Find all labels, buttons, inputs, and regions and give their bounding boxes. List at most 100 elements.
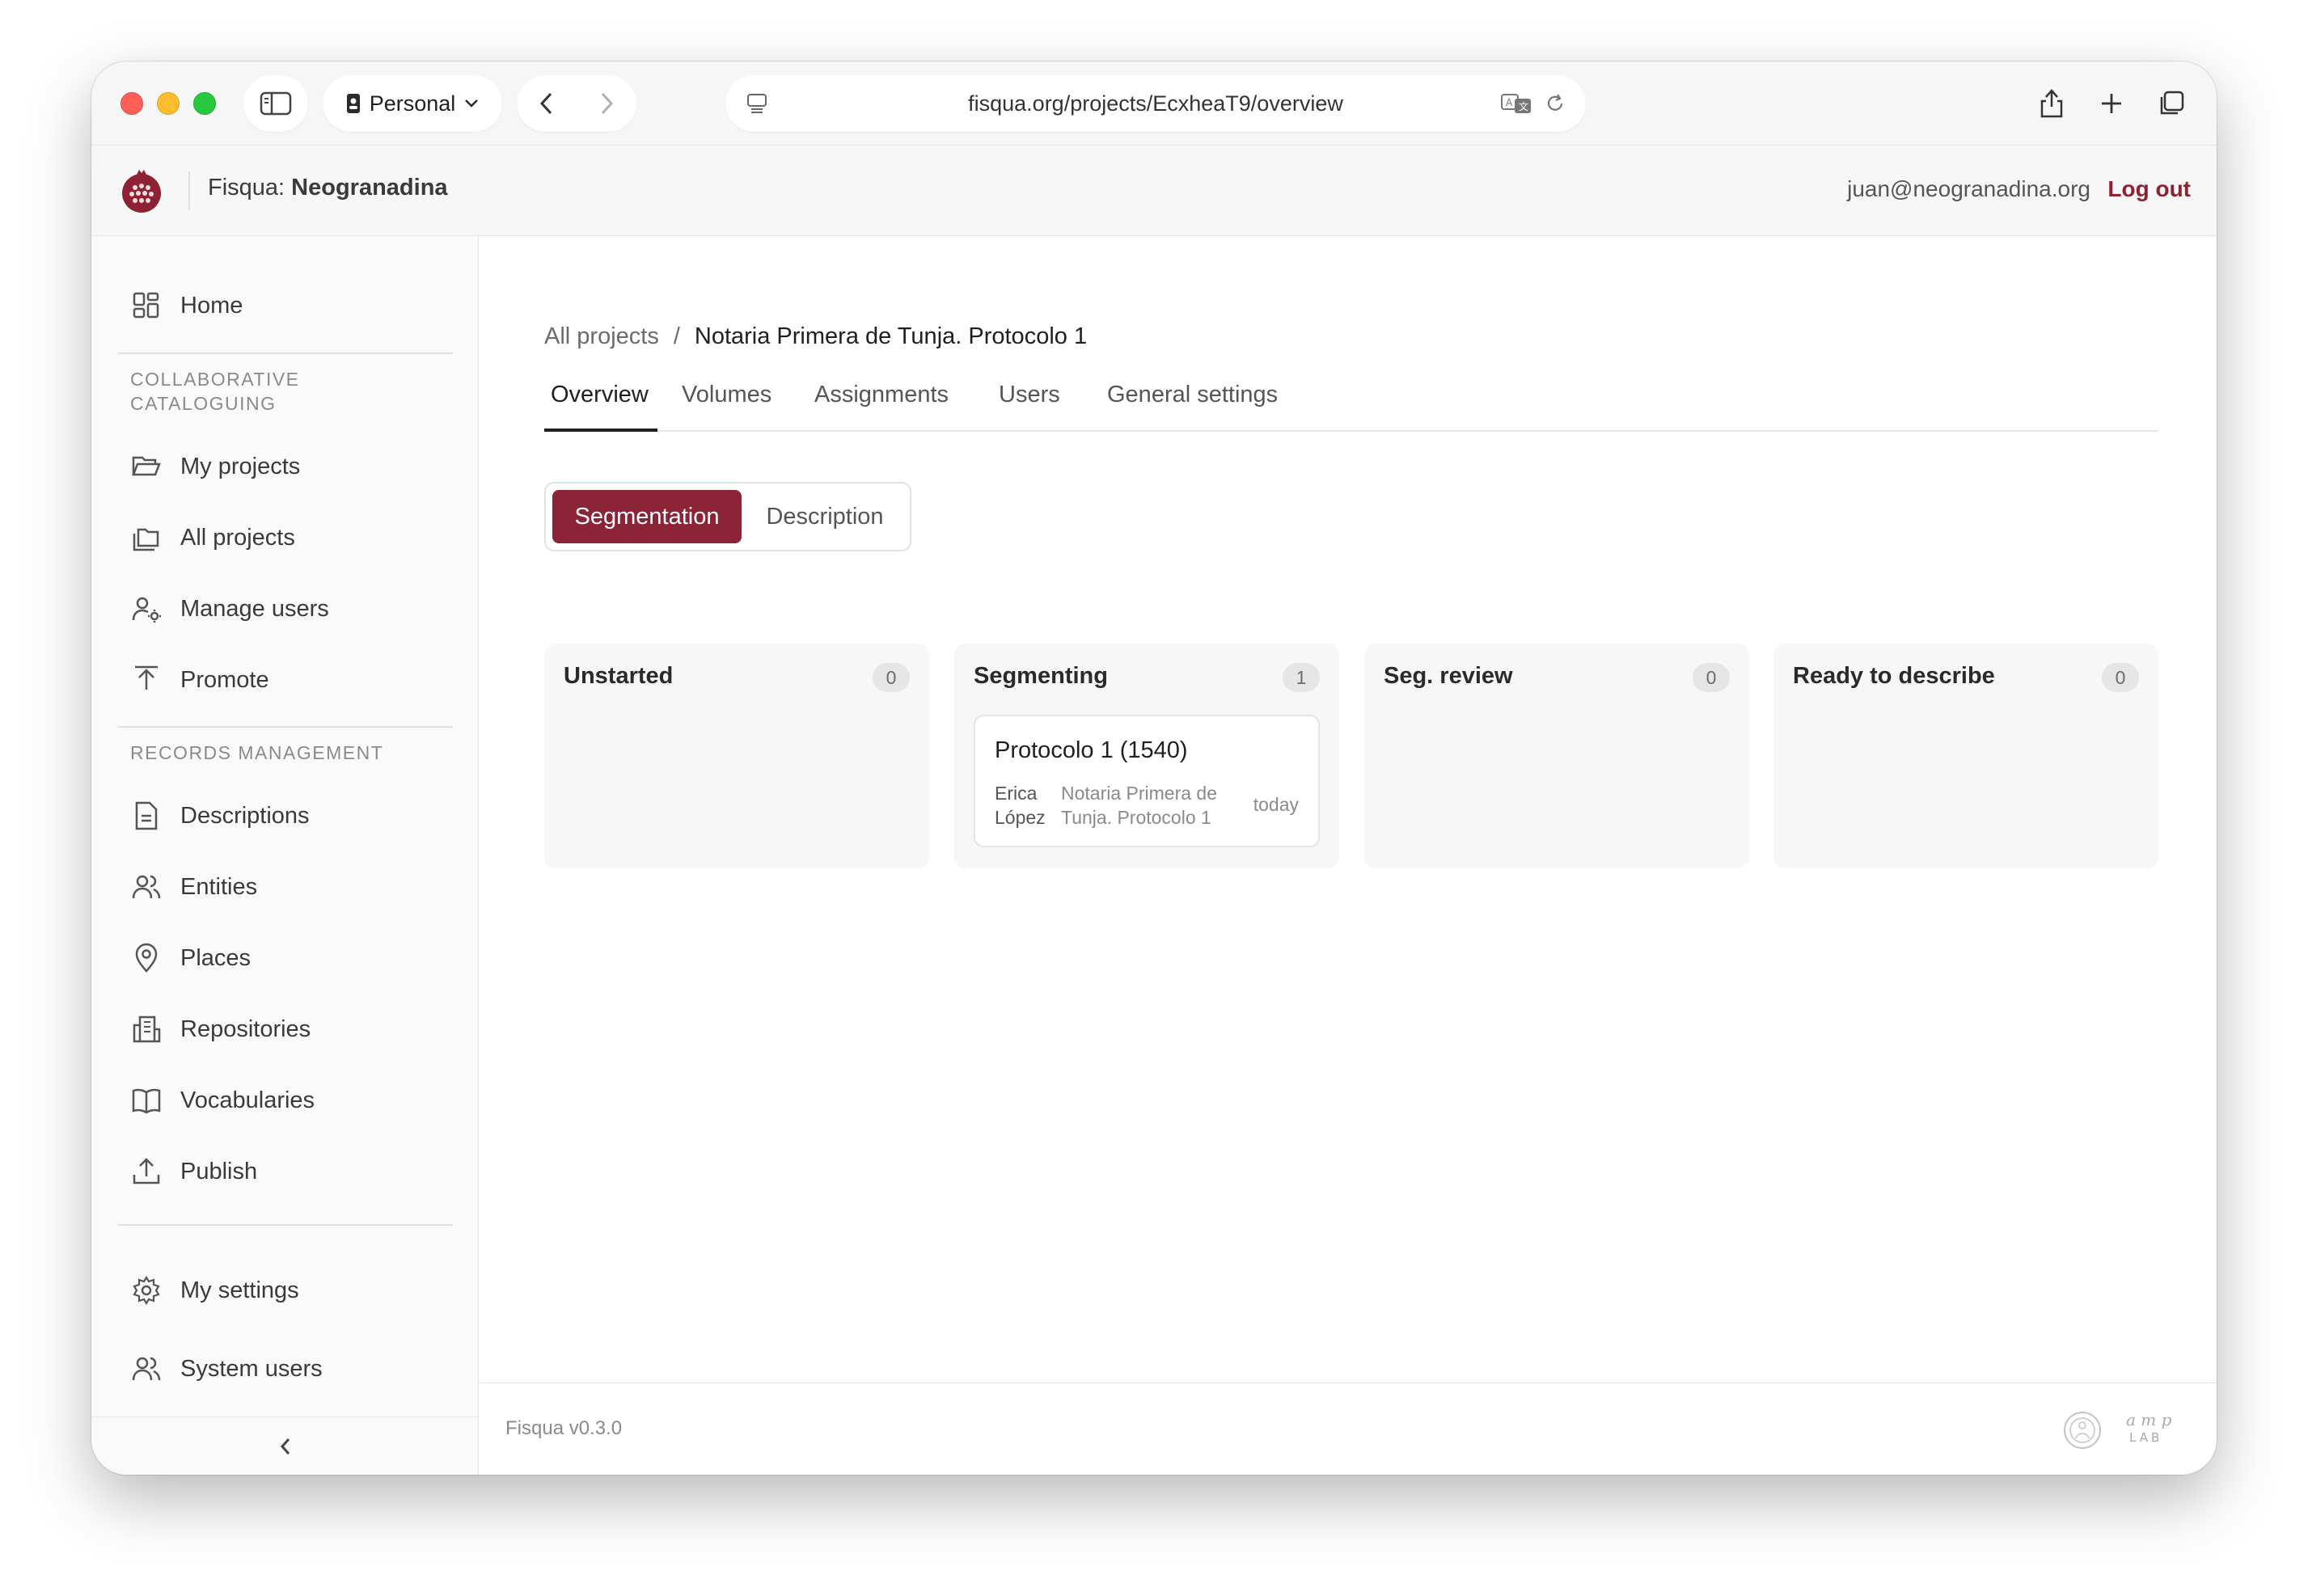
share-button[interactable] [2029,75,2074,132]
sidebar-item-label: Promote [180,666,269,693]
sidebar-item-label: Manage users [180,595,329,622]
sidebar-item-vocabularies[interactable]: Vocabularies [117,1071,450,1129]
institution-seal-logo [2064,1412,2101,1449]
sidebar: Home COLLABORATIVE CATALOGUING My projec… [91,236,479,1475]
volume-card-title: Protocolo 1 (1540) [995,737,1188,763]
sidebar-toggle-button[interactable] [243,75,308,132]
project-tabs: Overview Volumes Assignments Users Gener… [544,372,2158,432]
chevron-down-icon [465,99,479,108]
sidebar-divider [117,1224,453,1226]
volume-card[interactable]: Protocolo 1 (1540) Erica López Notaria P… [974,715,1320,847]
gear-icon [133,1275,160,1306]
sidebar-item-descriptions[interactable]: Descriptions [117,787,450,845]
address-bar[interactable]: fisqua.org/projects/EcxheaT9/overview A … [725,75,1586,132]
breadcrumb-current: Notaria Primera de Tunja. Protocolo 1 [694,323,1088,349]
dashboard-icon [133,292,159,319]
breadcrumb: All projects / Notaria Primera de Tunja.… [544,323,1087,350]
version-label: Fisqua v0.3.0 [505,1417,623,1439]
sidebar-item-promote[interactable]: Promote [117,651,450,709]
tab-label: Assignments [814,382,949,407]
sidebar-divider [117,726,453,728]
tab-overview[interactable]: Overview [544,372,657,432]
brand-prefix: Fisqua: [208,175,285,201]
page-footer: Fisqua v0.3.0 a m p LAB [480,1383,2217,1475]
translate-icon[interactable]: A 文 [1500,91,1532,116]
pomegranate-logo[interactable] [117,167,166,215]
tab-label: Users [999,382,1060,407]
svg-text:文: 文 [1519,100,1528,112]
logout-link[interactable]: Log out [2107,176,2191,202]
description-toggle[interactable]: Description [745,490,905,543]
sidebar-item-label: Home [180,292,243,319]
sidebar-item-entities[interactable]: Entities [117,858,450,916]
tab-overview-button[interactable] [2149,75,2194,132]
zoom-window-button[interactable] [193,92,216,115]
building-icon [133,1015,161,1043]
sidebar-item-system-users[interactable]: System users [117,1340,450,1398]
url-text: fisqua.org/projects/EcxheaT9/overview [968,91,1343,116]
tab-users[interactable]: Users [992,372,1067,432]
share-icon [2040,89,2063,118]
browser-toolbar: Personal fisqua.org/projects/EcxheaT9/ov… [91,61,2217,146]
chevron-left-icon [539,92,552,115]
sidebar-item-label: Entities [180,873,258,900]
brand-title: Fisqua: Neogranadina [208,175,448,201]
tab-assignments[interactable]: Assignments [808,372,955,432]
profile-selector[interactable]: Personal [323,75,502,132]
browser-window: Personal fisqua.org/projects/EcxheaT9/ov… [91,61,2217,1475]
sidebar-item-label: Places [180,944,252,971]
breadcrumb-all-projects-link[interactable]: All projects [544,323,659,350]
sidebar-item-label: Repositories [180,1015,311,1042]
back-button[interactable] [517,75,577,132]
column-seg-review: Seg. review 0 [1364,644,1749,868]
column-title: Seg. review [1384,663,1513,689]
sidebar-item-label: All projects [180,524,295,551]
user-email: juan@neogranadina.org [1847,176,2090,201]
sidebar-item-manage-users[interactable]: Manage users [117,580,450,638]
main-content: All projects / Notaria Primera de Tunja.… [480,236,2217,1475]
sidebar-item-repositories[interactable]: Repositories [117,1000,450,1058]
users-icon [132,1357,161,1381]
sidebar-item-publish[interactable]: Publish [117,1142,450,1201]
sidebar-item-label: Publish [180,1158,258,1184]
column-count-badge: 1 [1283,663,1320,692]
upload-arrow-icon [135,665,158,690]
map-pin-icon [135,943,158,973]
sidebar-collapse-button[interactable] [91,1417,479,1475]
tab-volumes[interactable]: Volumes [675,372,778,432]
new-tab-button[interactable] [2089,75,2134,132]
reload-icon[interactable] [1544,92,1566,115]
sidebar-item-label: My settings [180,1277,299,1303]
segmentation-toggle[interactable]: Segmentation [552,490,742,543]
sidebar-item-my-projects[interactable]: My projects [117,437,450,496]
tab-label: Volumes [682,382,772,407]
close-window-button[interactable] [120,92,143,115]
book-open-icon [132,1088,161,1114]
browser-actions [2029,75,2194,132]
document-icon [135,801,158,830]
sidebar-icon [260,91,292,116]
sidebar-item-my-settings[interactable]: My settings [117,1261,450,1319]
sidebar-item-home[interactable]: Home [117,277,450,335]
column-title: Segmenting [974,663,1108,689]
svg-text:A: A [1506,97,1513,108]
sidebar-item-places[interactable]: Places [117,929,450,987]
page-menu-icon [747,94,767,113]
svg-text:LAB: LAB [2129,1430,2162,1445]
sidebar-item-all-projects[interactable]: All projects [117,509,450,567]
forward-button[interactable] [577,75,636,132]
tab-label: Overview [551,382,649,407]
section-heading-collaborative: COLLABORATIVE CATALOGUING [130,369,300,414]
tabs-icon [2160,91,2184,115]
sidebar-divider [117,353,453,354]
column-count-badge: 0 [1693,663,1730,692]
brand-name: Neogranadina [291,175,448,201]
minimize-window-button[interactable] [157,92,180,115]
column-count-badge: 0 [873,663,910,692]
sidebar-item-label: Descriptions [180,802,310,829]
tab-general-settings[interactable]: General settings [1101,372,1284,432]
column-ready-to-describe: Ready to describe 0 [1773,644,2158,868]
workflow-segmented-control: Segmentation Description [544,482,911,551]
user-gear-icon [132,597,161,623]
volume-card-project: Notaria Primera de Tunja. Protocolo 1 [1061,783,1218,828]
